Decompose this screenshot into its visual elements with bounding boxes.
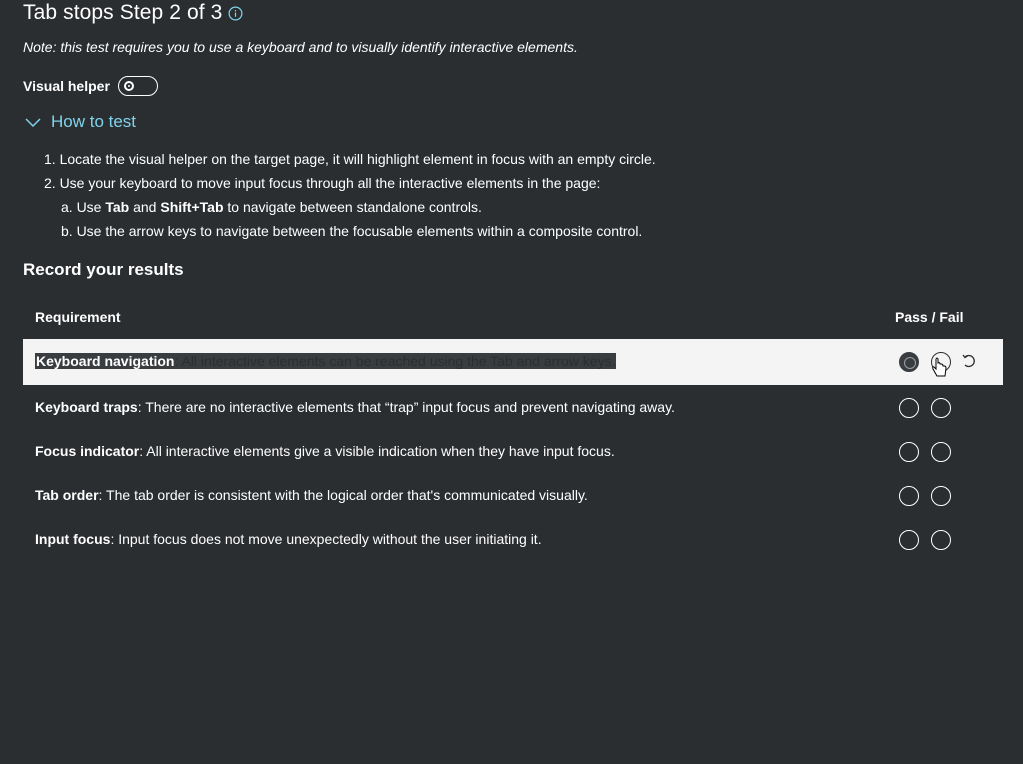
visual-helper-toggle[interactable] (117, 76, 158, 96)
undo-icon[interactable] (961, 353, 977, 369)
step-2a: a. Use Tab and Shift+Tab to navigate bet… (61, 199, 482, 215)
step-2: 2. Use your keyboard to move input focus… (44, 175, 601, 191)
info-icon[interactable] (228, 6, 243, 21)
visual-helper-label: Visual helper (23, 78, 110, 94)
fail-radio[interactable] (931, 442, 951, 462)
record-results-heading: Record your results (23, 260, 184, 279)
fail-radio[interactable] (931, 530, 951, 550)
how-to-test-label: How to test (51, 112, 137, 131)
requirement-text: Keyboard traps: There are no interactive… (35, 399, 675, 415)
hand-cursor-icon (932, 357, 947, 377)
requirement-text: Tab order: The tab order is consistent w… (35, 487, 588, 503)
step-1: 1. Locate the visual helper on the targe… (44, 151, 656, 167)
tab-stops-page: Tab stops Step 2 of 3 Note: this test re… (0, 0, 1023, 764)
requirement-row-focus-indicator: Focus indicator: All interactive element… (23, 429, 1003, 475)
results-table-header: Requirement Pass / Fail (23, 307, 1003, 329)
chevron-down-icon (25, 118, 41, 128)
requirement-row-keyboard-navigation: Keyboard navigation: All interactive ele… (23, 339, 1003, 385)
pass-radio[interactable] (899, 530, 919, 550)
requirement-text: Input focus: Input focus does not move u… (35, 531, 542, 547)
requirement-row-keyboard-traps: Keyboard traps: There are no interactive… (23, 385, 1003, 431)
toggle-knob (123, 81, 134, 91)
pass-radio[interactable] (899, 442, 919, 462)
requirement-text: Focus indicator: All interactive element… (35, 443, 615, 459)
page-title: Tab stops Step 2 of 3 (23, 1, 223, 24)
fail-radio[interactable] (931, 398, 951, 418)
fail-radio[interactable] (931, 486, 951, 506)
pass-radio[interactable] (899, 486, 919, 506)
how-to-test-toggle[interactable]: How to test (25, 112, 136, 132)
requirement-row-input-focus: Input focus: Input focus does not move u… (23, 517, 1003, 563)
how-to-test-steps: 1. Locate the visual helper on the targe… (44, 147, 656, 243)
pass-radio[interactable] (899, 352, 919, 372)
title-row: Tab stops Step 2 of 3 (23, 0, 243, 26)
pass-fail-column-header: Pass / Fail (895, 309, 964, 325)
visual-helper-row: Visual helper (23, 76, 158, 96)
requirement-column-header: Requirement (35, 309, 121, 325)
pass-radio[interactable] (899, 398, 919, 418)
step-2b: b. Use the arrow keys to navigate betwee… (61, 223, 643, 239)
note-text: Note: this test requires you to use a ke… (23, 39, 578, 55)
requirement-text: Keyboard navigation: All interactive ele… (35, 353, 617, 369)
requirement-row-tab-order: Tab order: The tab order is consistent w… (23, 473, 1003, 519)
